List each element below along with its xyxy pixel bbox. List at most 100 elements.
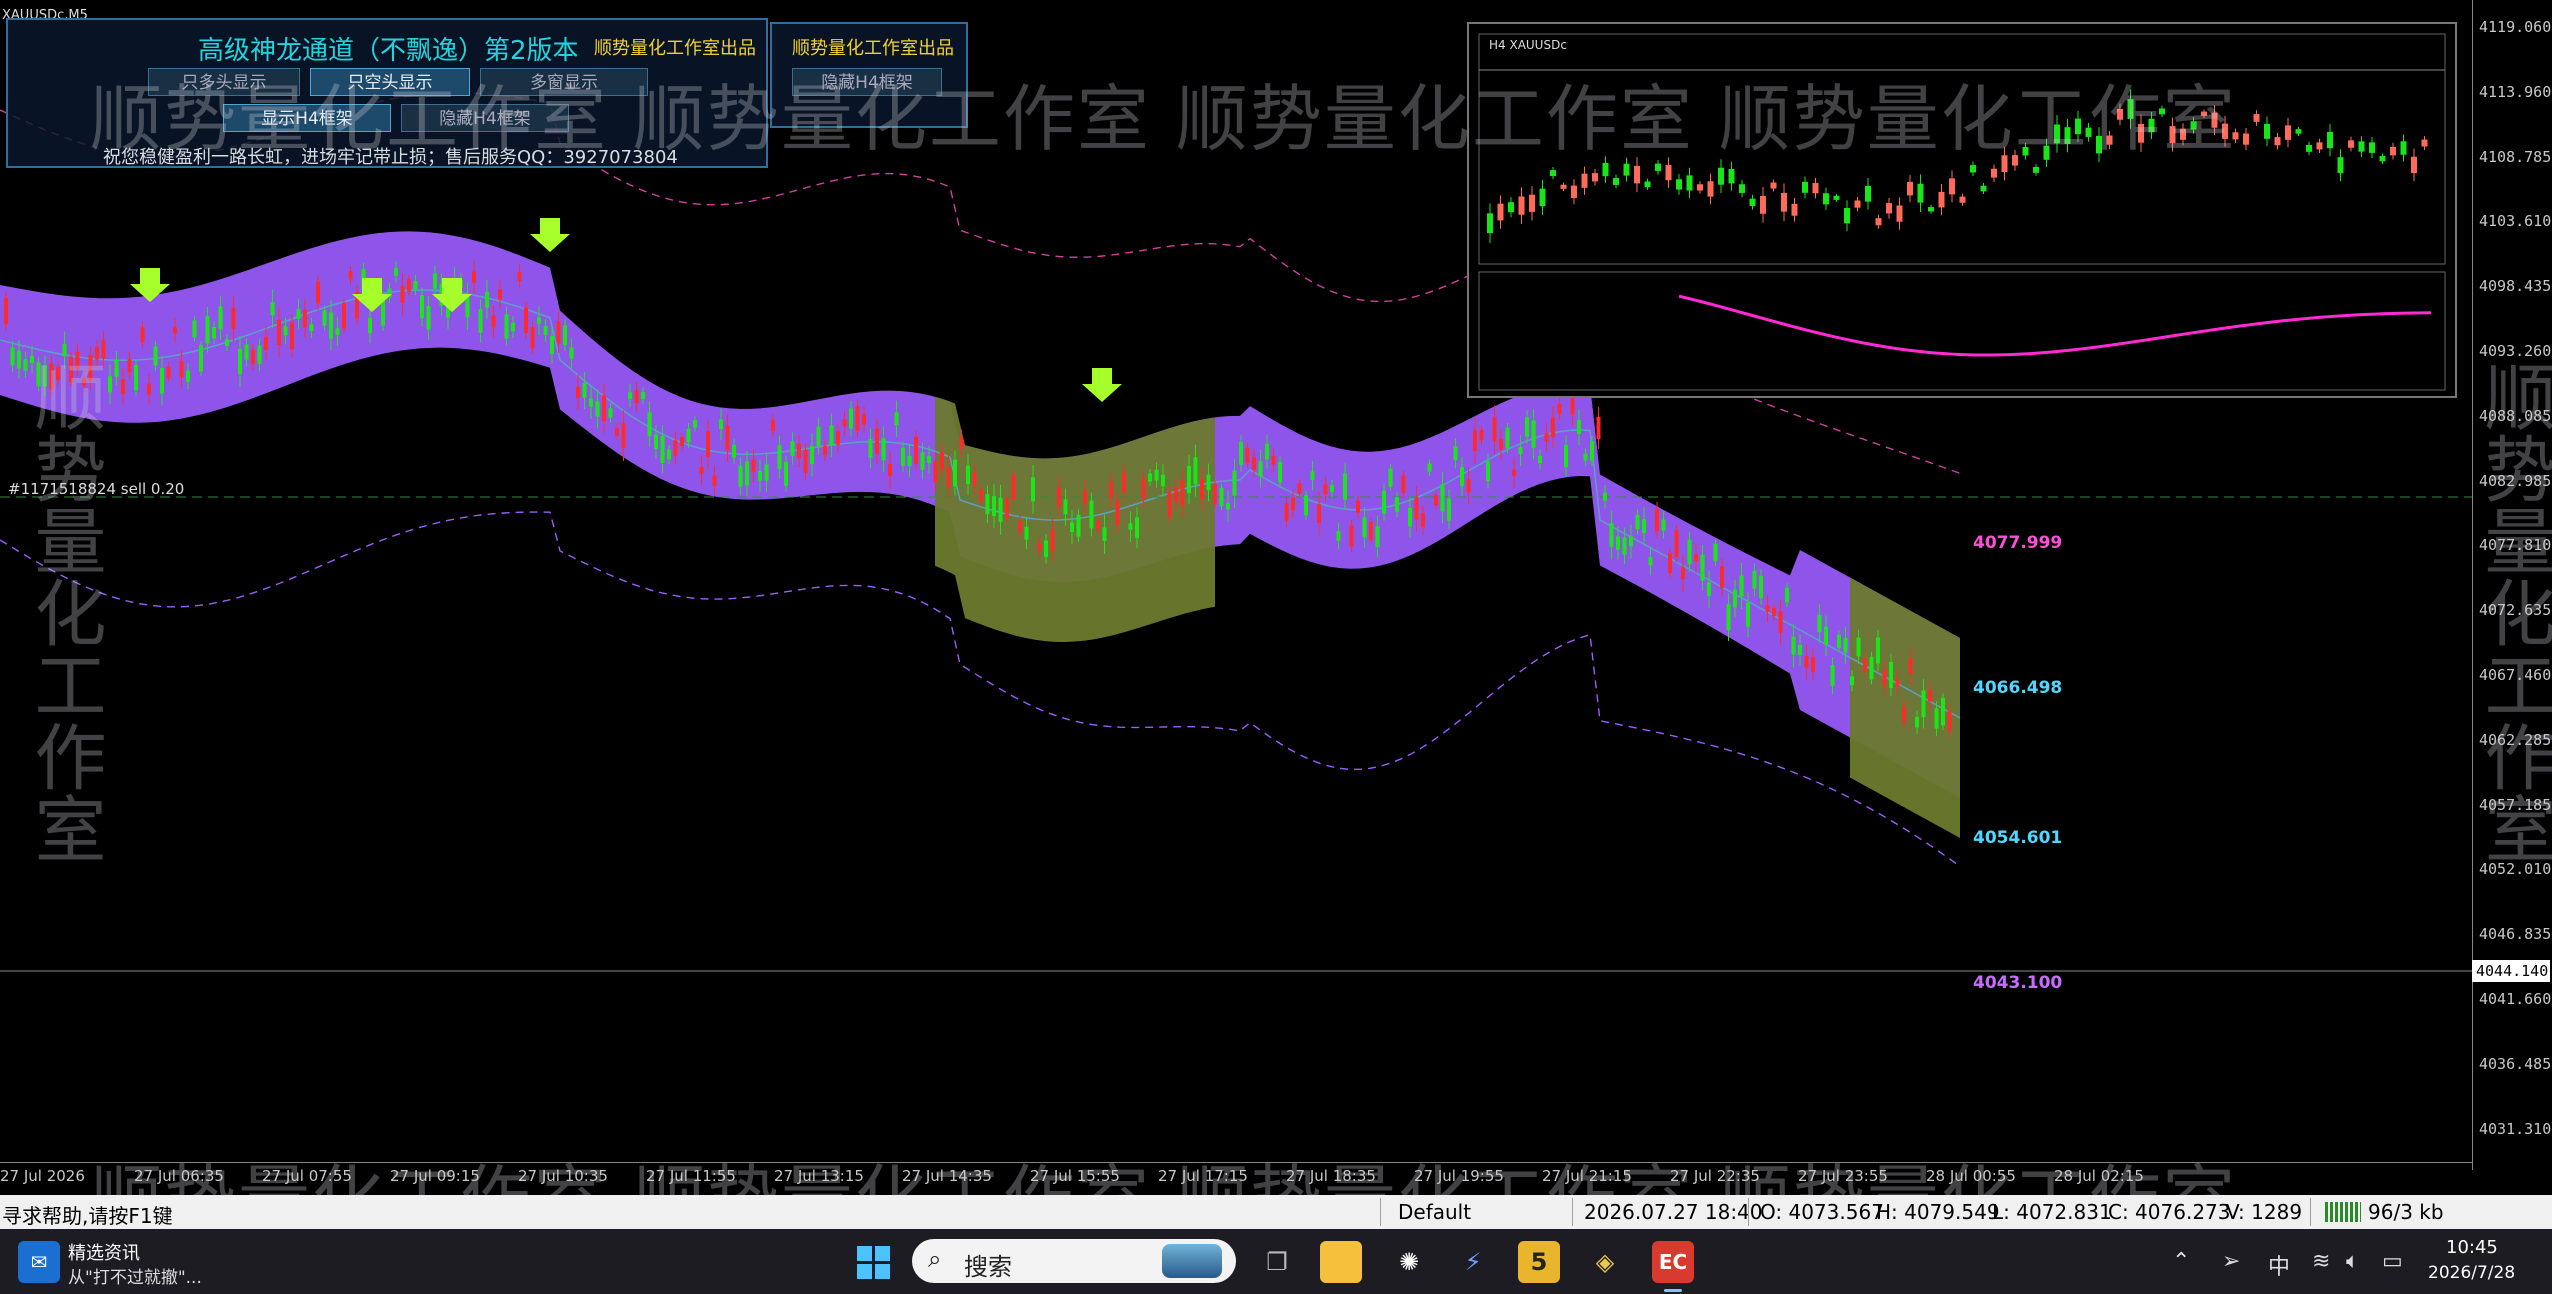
status-datetime: 2026.07.27 18:40 — [1584, 1200, 1763, 1224]
candle-body — [62, 343, 67, 357]
candle-body — [1544, 432, 1549, 442]
candle-body — [1063, 499, 1068, 515]
app-yellow-icon[interactable]: ◈ — [1584, 1241, 1626, 1283]
inset-candle-body — [1718, 167, 1724, 185]
search-highlight-image — [1162, 1244, 1222, 1278]
tray-pen-icon[interactable]: ➢ — [2222, 1249, 2240, 1274]
candle-body — [322, 310, 327, 326]
taskbar: ✉ 精选资讯 从"打不过就撤"... ⌕ 搜索 ❐ ✺ ⚡ 5 ◈ EC ⌃ ➢… — [0, 1229, 2552, 1294]
price-tick: 4119.060 — [2479, 18, 2552, 36]
candle-body — [972, 472, 977, 486]
candle-body — [1050, 529, 1055, 551]
candle-body — [1642, 519, 1646, 534]
candle-body — [1447, 498, 1451, 521]
candle-body — [699, 466, 704, 474]
candle-body — [329, 312, 333, 339]
price-tick: 4072.635 — [2479, 601, 2552, 620]
battery-icon[interactable]: ▭ — [2382, 1249, 2403, 1274]
inset-candle-body — [1749, 198, 1756, 206]
candle-body — [413, 281, 418, 290]
app-lightning-icon[interactable]: ⚡ — [1452, 1241, 1494, 1283]
candle-body — [634, 390, 639, 404]
inset-candle-body — [1529, 194, 1535, 212]
candle-body — [1622, 537, 1627, 555]
candle-body — [1733, 589, 1737, 608]
candle-body — [888, 463, 892, 477]
tray-date[interactable]: 2026/7/28 — [2428, 1263, 2515, 1283]
candle-body — [680, 437, 684, 446]
candle-body — [1726, 604, 1731, 631]
candle-body — [1102, 527, 1107, 541]
volume-icon[interactable]: 🔈︎ — [2346, 1249, 2359, 1274]
h4-inset-label: H4 XAUUSDc — [1489, 38, 1567, 52]
news-title[interactable]: 精选资讯 — [68, 1239, 140, 1265]
inset-candle-body — [1644, 181, 1651, 188]
time-axis[interactable]: 27 Jul 2026 27 Jul 06:35 27 Jul 07:55 27 Ju… — [0, 1162, 2472, 1189]
candle-body — [1375, 526, 1380, 547]
news-subtitle[interactable]: 从"打不过就撤"... — [68, 1263, 202, 1288]
candle-body — [1356, 500, 1360, 513]
candle-body — [738, 465, 743, 487]
tray-time[interactable]: 10:45 — [2446, 1237, 2498, 1258]
candle-body — [1934, 708, 1939, 729]
inset-candle-body — [1665, 164, 1672, 181]
candle-body — [829, 425, 834, 446]
candle-body — [1278, 461, 1282, 483]
inset-candle-body — [1707, 181, 1714, 197]
wifi-icon[interactable]: ≋ — [2312, 1249, 2330, 1274]
news-widget-icon[interactable]: ✉ — [18, 1241, 60, 1283]
taskbar-search-box[interactable]: ⌕ 搜索 — [912, 1239, 1236, 1283]
candle-body — [1674, 530, 1679, 558]
tray-ime-label[interactable]: 中 — [2268, 1249, 2290, 1281]
candle-body — [1778, 611, 1783, 633]
candle-body — [1947, 711, 1952, 731]
candle-body — [1382, 490, 1386, 514]
candle-body — [1629, 536, 1633, 547]
metatrader5-icon[interactable]: 5 — [1518, 1241, 1560, 1283]
candle-body — [1557, 403, 1562, 414]
candle-body — [569, 347, 574, 359]
price-axis[interactable]: 4119.060 4113.960 4108.785 4103.610 4098.435… — [2472, 0, 2552, 1170]
candle-body — [1460, 466, 1464, 487]
candle-body — [95, 347, 99, 360]
candle — [342, 298, 346, 333]
task-view-icon[interactable]: ❐ — [1256, 1241, 1298, 1283]
inset-candle-body — [1980, 185, 1987, 192]
time-tick: 28 Jul 00:55 — [1926, 1167, 2016, 1185]
time-tick: 27 Jul 23:55 — [1798, 1167, 1888, 1185]
search-label: 搜索 — [964, 1253, 1012, 1281]
candle-body — [400, 286, 405, 303]
tray-chevron-icon[interactable]: ⌃ — [2172, 1249, 2190, 1274]
time-tick: 27 Jul 07:55 — [262, 1167, 352, 1185]
inset-candle-body — [1928, 207, 1934, 212]
candle-body — [1310, 471, 1315, 480]
candle — [1213, 480, 1217, 508]
candle — [1304, 490, 1308, 520]
inset-candle-body — [2264, 123, 2270, 139]
candle-body — [296, 309, 301, 319]
time-tick: 27 Jul 21:15 — [1542, 1167, 1632, 1185]
candle-body — [1479, 429, 1484, 441]
candle-body — [563, 325, 567, 346]
candle-body — [1902, 706, 1906, 723]
candle-body — [1011, 474, 1016, 500]
candle-body — [641, 392, 645, 400]
inset-candle-body — [2274, 137, 2281, 146]
inset-candle-body — [2243, 133, 2249, 145]
candle-body — [1044, 540, 1048, 557]
candle-body — [1915, 716, 1919, 728]
start-menu-icon[interactable] — [852, 1241, 894, 1283]
candle-body — [1538, 455, 1542, 464]
candle-body — [1128, 523, 1133, 530]
ec-app-icon[interactable]: EC — [1652, 1241, 1694, 1283]
candle-body — [1609, 522, 1614, 547]
candle — [1596, 406, 1601, 449]
candle-body — [290, 322, 294, 350]
candle-body — [283, 326, 288, 336]
price-tick: 4098.435 — [2479, 277, 2552, 296]
chatgpt-icon[interactable]: ✺ — [1388, 1241, 1430, 1283]
chart-area[interactable]: XAUUSDc,M5 #1171518824 sell 0.20 4077.99… — [0, 0, 2552, 1241]
inset-candle-body — [2348, 140, 2354, 148]
file-explorer-icon[interactable] — [1320, 1241, 1362, 1283]
candle-body — [1180, 480, 1185, 506]
